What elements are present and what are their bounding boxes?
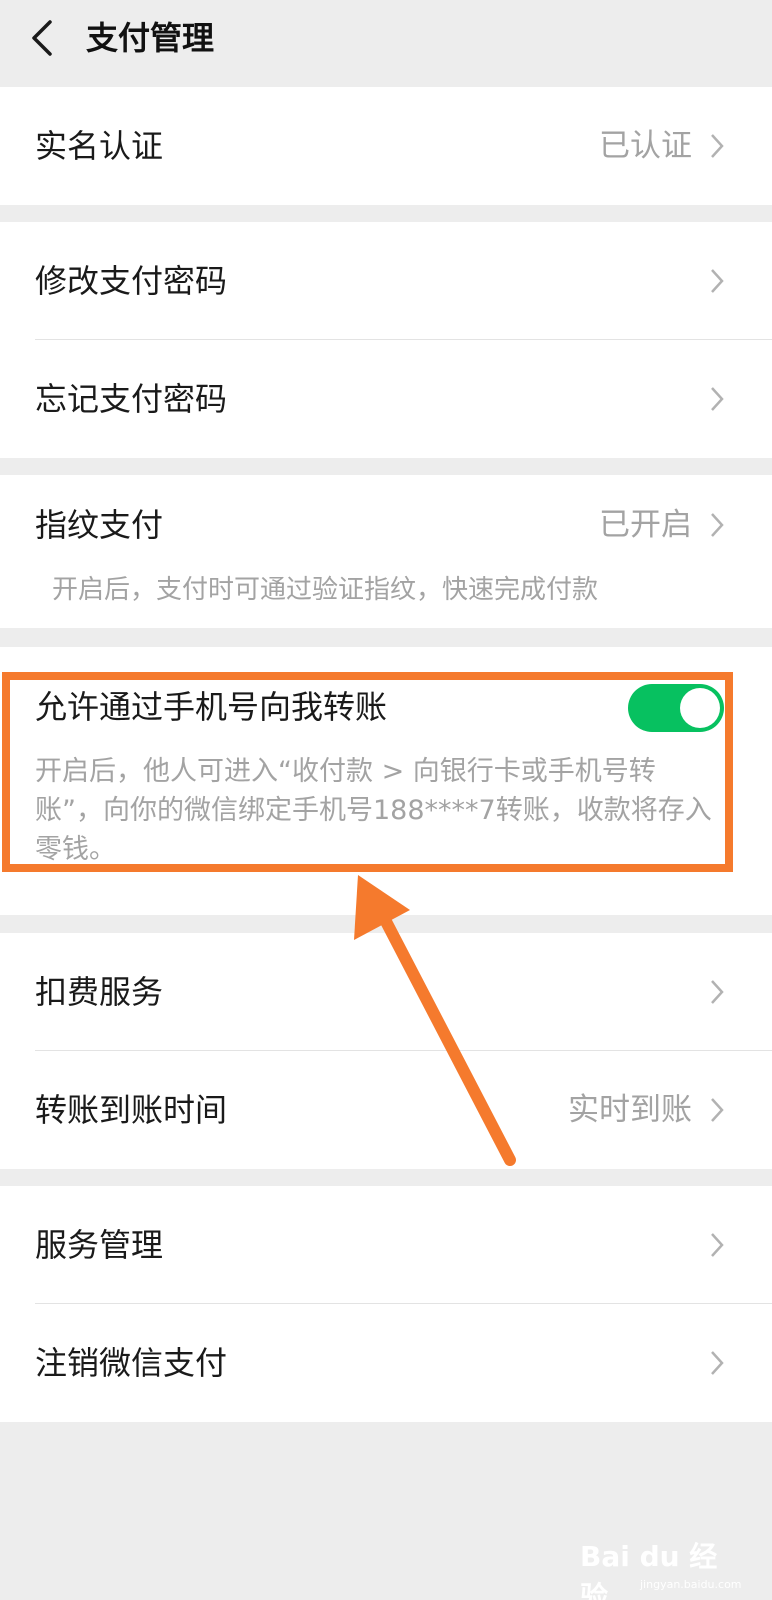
- row-cancel-pay[interactable]: 注销微信支付: [0, 1304, 772, 1422]
- chevron-right-icon: [711, 1233, 724, 1257]
- fingerprint-description: 开启后，支付时可通过验证指纹，快速完成付款: [52, 575, 599, 605]
- deduction-service-label: 扣费服务: [35, 973, 164, 1011]
- cancel-pay-label: 注销微信支付: [35, 1344, 228, 1382]
- chevron-right-icon: [711, 134, 724, 158]
- row-change-password[interactable]: 修改支付密码: [0, 222, 772, 340]
- row-verification[interactable]: 实名认证 已认证: [0, 87, 772, 205]
- verification-status: 已认证: [599, 128, 692, 164]
- phone-transfer-label: 允许通过手机号向我转账: [35, 688, 388, 726]
- verification-label: 实名认证: [35, 127, 164, 165]
- service-manage-label: 服务管理: [35, 1226, 164, 1264]
- group-verification: 实名认证 已认证: [0, 87, 772, 205]
- chevron-right-icon: [711, 980, 724, 1004]
- arrival-time-label: 转账到账时间: [35, 1091, 228, 1129]
- group-password: 修改支付密码 忘记支付密码: [0, 222, 772, 458]
- phone-transfer-toggle[interactable]: [628, 684, 724, 732]
- chevron-right-icon: [711, 513, 724, 537]
- row-fingerprint[interactable]: 指纹支付 已开启: [0, 475, 772, 575]
- fingerprint-status: 已开启: [599, 507, 692, 543]
- back-button[interactable]: [22, 14, 62, 62]
- fingerprint-label: 指纹支付: [35, 506, 164, 544]
- group-service: 服务管理 注销微信支付: [0, 1186, 772, 1422]
- row-service-manage[interactable]: 服务管理: [0, 1186, 772, 1304]
- page-title: 支付管理: [86, 19, 215, 57]
- nav-header: 支付管理: [0, 0, 772, 86]
- row-forgot-password[interactable]: 忘记支付密码: [0, 340, 772, 458]
- toggle-knob: [680, 688, 720, 728]
- chevron-right-icon: [711, 1098, 724, 1122]
- back-arrow-icon: [32, 20, 52, 56]
- group-fingerprint: 指纹支付 已开启 开启后，支付时可通过验证指纹，快速完成付款: [0, 475, 772, 628]
- phone-transfer-description: 开启后，他人可进入“收付款 > 向银行卡或手机号转账”，向你的微信绑定手机号18…: [35, 756, 712, 865]
- annotation-arrow-icon: [354, 875, 516, 1166]
- chevron-right-icon: [711, 269, 724, 293]
- forgot-password-label: 忘记支付密码: [35, 380, 228, 418]
- chevron-right-icon: [711, 387, 724, 411]
- change-password-label: 修改支付密码: [35, 262, 228, 300]
- baidu-watermark: Bai du 经验: [580, 1540, 718, 1600]
- baidu-watermark-url: jingyan.baidu.com: [640, 1578, 742, 1591]
- arrival-time-value: 实时到账: [568, 1092, 692, 1128]
- chevron-right-icon: [711, 1351, 724, 1375]
